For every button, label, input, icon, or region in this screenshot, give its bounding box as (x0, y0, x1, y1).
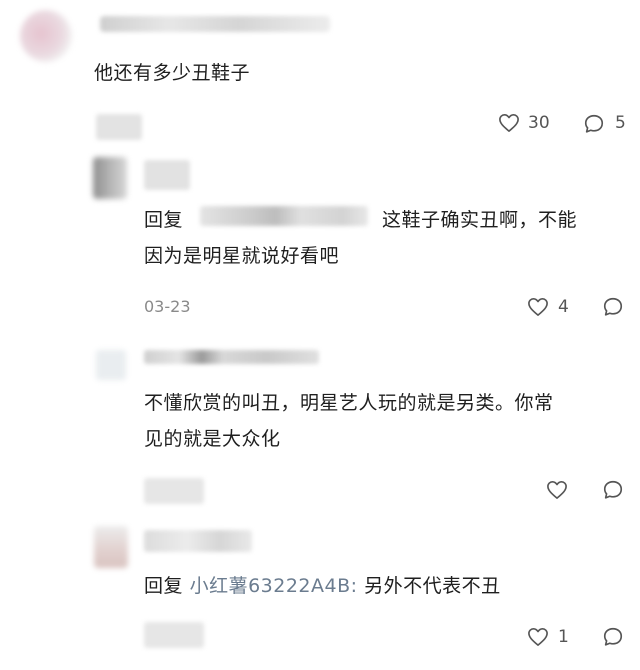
username[interactable] (144, 530, 252, 552)
heart-outline-icon (528, 298, 548, 316)
username[interactable] (144, 160, 190, 190)
heart-outline-icon (547, 481, 567, 499)
speech-bubble-icon (584, 114, 604, 133)
speech-bubble-icon (603, 297, 623, 316)
reply-prefix: 回复 (144, 209, 184, 231)
comment-text-cont: 因为是明星就说好看吧 (144, 245, 340, 267)
avatar[interactable] (20, 10, 72, 62)
comment-date (96, 114, 142, 140)
comment-text: 他还有多少丑鞋子 (94, 62, 251, 84)
like-button[interactable] (498, 113, 520, 133)
like-button[interactable] (546, 480, 568, 500)
comment-date (144, 478, 204, 504)
like-button[interactable] (527, 297, 549, 317)
reply-text-line1: 回复 (144, 205, 183, 232)
heart-outline-icon (499, 114, 519, 132)
avatar[interactable] (96, 350, 126, 380)
username[interactable] (100, 16, 330, 32)
comment-text: 这鞋子确实丑啊，不能 (382, 209, 578, 231)
reply-line: 回复 小红薯63222A4B: 另外不代表不丑 (144, 571, 501, 598)
like-count: 1 (558, 627, 569, 647)
username[interactable] (144, 350, 319, 364)
speech-bubble-icon (603, 627, 623, 646)
avatar[interactable] (93, 157, 127, 199)
comment-text-cont: 见的就是大众化 (144, 428, 281, 450)
like-count: 4 (558, 297, 569, 317)
reply-prefix: 回复 (144, 575, 184, 597)
like-button[interactable] (527, 627, 549, 647)
reply-button[interactable] (602, 626, 624, 648)
comment-date (144, 622, 204, 648)
comment-text: 不懂欣赏的叫丑，明星艺人玩的就是另类。你常 (144, 392, 554, 414)
like-count: 30 (528, 113, 550, 133)
mentioned-username[interactable] (200, 206, 368, 226)
reply-button[interactable] (583, 113, 605, 135)
reply-button[interactable] (602, 479, 624, 501)
heart-outline-icon (528, 628, 548, 646)
avatar[interactable] (94, 526, 128, 568)
mention-link[interactable]: 小红薯63222A4B: (190, 575, 358, 597)
speech-bubble-icon (603, 480, 623, 499)
comment-text: 另外不代表不丑 (364, 575, 501, 597)
reply-count: 5 (615, 113, 626, 133)
comment-date: 03-23 (144, 297, 191, 316)
reply-button[interactable] (602, 296, 624, 318)
